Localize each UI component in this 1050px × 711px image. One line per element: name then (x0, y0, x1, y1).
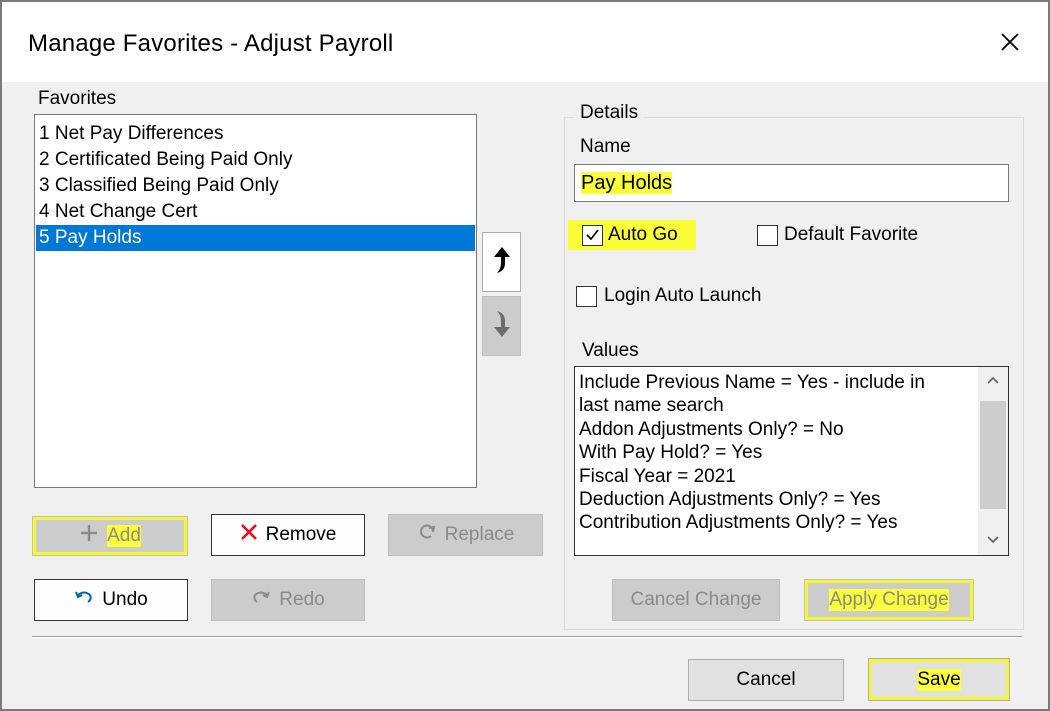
favorites-list[interactable]: 1 Net Pay Differences 2 Certificated Bei… (34, 114, 477, 488)
login-auto-launch-label: Login Auto Launch (604, 285, 762, 306)
checkbox-checked[interactable] (582, 225, 603, 246)
undo-icon (74, 589, 94, 611)
checkbox-unchecked[interactable] (757, 225, 778, 246)
values-line: Include Previous Name = Yes - include in (579, 372, 925, 393)
list-item[interactable]: 3 Classified Being Paid Only (36, 173, 475, 199)
values-line: last name search (579, 395, 724, 417)
apply-change-label: Apply Change (829, 589, 949, 611)
auto-go-label: Auto Go (608, 224, 678, 245)
remove-button[interactable]: Remove (211, 514, 365, 556)
refresh-icon (417, 522, 437, 548)
redo-icon (251, 589, 271, 611)
list-item-selected[interactable]: 5 Pay Holds (36, 225, 475, 251)
name-field-value: Pay Holds (581, 172, 673, 194)
values-line: Contribution Adjustments Only? = Yes (579, 512, 898, 534)
values-textbox[interactable]: Include Previous Name = Yes - include in… (574, 366, 1009, 556)
plus-icon (79, 523, 99, 549)
checkbox-unchecked[interactable] (576, 286, 597, 307)
save-button-label: Save (917, 668, 961, 691)
name-label: Name (580, 136, 631, 157)
undo-button[interactable]: Undo (34, 579, 188, 621)
values-line: Deduction Adjustments Only? = Yes (579, 489, 881, 511)
arrow-down-icon (492, 309, 512, 344)
remove-button-label: Remove (265, 524, 337, 545)
add-button[interactable]: Add (32, 516, 188, 556)
x-icon (240, 523, 258, 547)
manage-favorites-dialog: Manage Favorites - Adjust Payroll Favori… (0, 0, 1050, 711)
name-field[interactable]: Pay Holds (574, 164, 1009, 202)
cancel-button-label: Cancel (736, 669, 796, 690)
close-button[interactable] (988, 24, 1032, 64)
move-up-button[interactable] (482, 232, 521, 292)
scroll-thumb[interactable] (980, 401, 1006, 509)
favorites-label: Favorites (38, 88, 117, 109)
details-legend: Details (574, 102, 645, 124)
cancel-button[interactable]: Cancel (688, 659, 844, 701)
values-label: Values (582, 340, 639, 361)
scroll-up-button[interactable] (978, 367, 1008, 395)
move-down-button[interactable] (482, 296, 521, 356)
scroll-down-button[interactable] (978, 527, 1008, 555)
separator-highlight (32, 637, 1022, 638)
redo-button-label: Redo (279, 589, 325, 610)
values-line: Addon Adjustments Only? = No (579, 418, 844, 440)
list-item[interactable]: 1 Net Pay Differences (36, 121, 475, 147)
cancel-change-button[interactable]: Cancel Change (612, 579, 780, 621)
values-line: With Pay Hold? = Yes (579, 442, 763, 464)
values-text: Include Previous Name = Yes - include in… (579, 371, 971, 535)
undo-button-label: Undo (102, 589, 148, 610)
add-button-label: Add (107, 525, 141, 547)
list-item[interactable]: 2 Certificated Being Paid Only (36, 147, 475, 173)
cancel-change-label: Cancel Change (630, 589, 762, 610)
list-item[interactable]: 4 Net Change Cert (36, 199, 475, 225)
title-bar: Manage Favorites - Adjust Payroll (2, 2, 1048, 82)
default-favorite-label: Default Favorite (784, 224, 919, 245)
chevron-up-icon (986, 372, 1000, 390)
apply-change-button[interactable]: Apply Change (804, 579, 974, 621)
values-line: Fiscal Year = 2021 (579, 465, 736, 487)
save-button[interactable]: Save (868, 658, 1010, 701)
replace-button-label: Replace (444, 524, 515, 545)
chevron-down-icon (986, 532, 1000, 550)
arrow-up-icon (492, 245, 512, 280)
redo-button[interactable]: Redo (211, 579, 365, 621)
replace-button[interactable]: Replace (388, 514, 543, 556)
values-scrollbar[interactable] (978, 367, 1008, 555)
close-icon (988, 24, 1032, 64)
window-title: Manage Favorites - Adjust Payroll (28, 30, 394, 57)
